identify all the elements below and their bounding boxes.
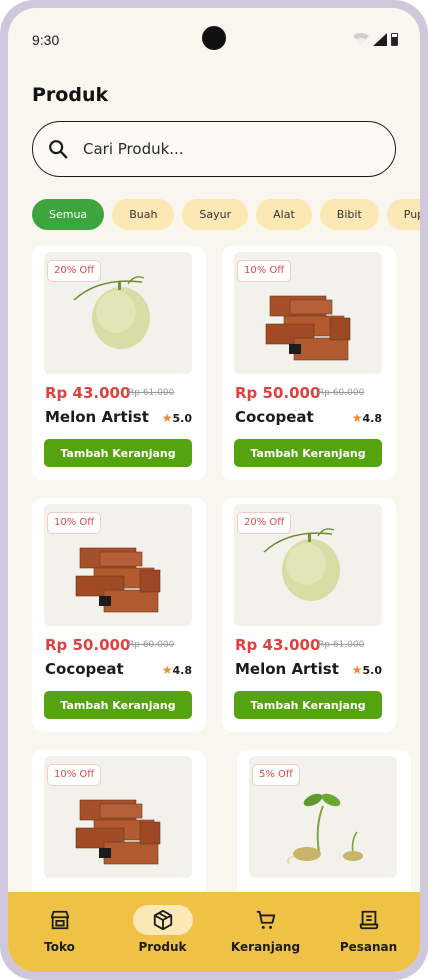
product-card[interactable]: 20% Off Rp 43.000 Rp 61.000 Melon Artist… [222, 498, 396, 732]
discount-badge: 10% Off [47, 764, 102, 786]
search-input[interactable] [83, 122, 383, 176]
add-to-cart-button[interactable]: Tambah Keranjang [234, 691, 382, 719]
receipt-icon [359, 910, 379, 930]
product-old-price: Rp 61.000 [318, 640, 365, 650]
product-price: Rp 43.000 [235, 636, 321, 654]
nav-icon-wrap [133, 905, 193, 935]
status-time: 9:30 [32, 32, 60, 48]
nav-icon-wrap [339, 905, 399, 935]
product-old-price: Rp 60.000 [128, 640, 175, 650]
chip-buah[interactable]: Buah [112, 199, 175, 230]
search-box[interactable] [32, 121, 396, 177]
box-icon [153, 909, 173, 931]
product-price: Rp 50.000 [235, 384, 321, 402]
product-image: 10% Off [234, 252, 382, 374]
rating-value: 5.0 [172, 412, 193, 425]
page-title: Produk [32, 84, 109, 106]
product-name: Melon Artist [45, 408, 149, 426]
discount-badge: 20% Off [237, 512, 292, 534]
discount-badge: 20% Off [47, 260, 102, 282]
product-image: 20% Off [44, 252, 192, 374]
product-name: Cocopeat [45, 660, 124, 678]
chip-semua[interactable]: Semua [32, 199, 105, 230]
rating-value: 4.8 [172, 664, 193, 677]
chip-bibit[interactable]: Bibit [319, 199, 379, 230]
discount-badge: 10% Off [237, 260, 292, 282]
product-rating: ★5.0 [162, 411, 192, 425]
nav-label: Produk [138, 940, 187, 954]
add-to-cart-button[interactable]: Tambah Keranjang [44, 691, 192, 719]
star-icon: ★ [351, 411, 363, 425]
chip-sayur[interactable]: Sayur [182, 199, 249, 230]
product-price: Rp 43.000 [45, 384, 131, 402]
device-frame: 9:30 Produk SemuaBuahSayurAlatBibitPupuk [0, 0, 428, 980]
discount-badge: 5% Off [252, 764, 300, 786]
product-old-price: Rp 61.000 [128, 388, 175, 398]
product-card[interactable]: 10% Off [32, 750, 206, 892]
product-rating: ★4.8 [352, 411, 382, 425]
product-image: 10% Off [44, 756, 192, 878]
search-icon [49, 140, 68, 159]
nav-icon-wrap [236, 905, 296, 935]
rating-value: 5.0 [362, 664, 383, 677]
chip-pupuk[interactable]: Pupuk [386, 199, 420, 230]
nav-keranjang[interactable]: Keranjang [214, 892, 317, 972]
product-rating: ★4.8 [162, 663, 192, 677]
rating-value: 4.8 [362, 412, 383, 425]
discount-badge: 10% Off [47, 512, 102, 534]
star-icon: ★ [161, 663, 173, 677]
product-price: Rp 50.000 [45, 636, 131, 654]
store-icon [50, 910, 70, 930]
nav-toko[interactable]: Toko [8, 892, 111, 972]
signal-icon [373, 33, 387, 46]
chip-alat[interactable]: Alat [256, 199, 312, 230]
product-name: Melon Artist [235, 660, 339, 678]
star-icon: ★ [351, 663, 363, 677]
product-name: Cocopeat [235, 408, 314, 426]
nav-pesanan[interactable]: Pesanan [317, 892, 420, 972]
battery-icon [391, 33, 398, 46]
add-to-cart-button[interactable]: Tambah Keranjang [44, 439, 192, 467]
nav-label: Keranjang [230, 940, 301, 954]
product-image: 10% Off [44, 504, 192, 626]
bottom-nav: Toko Produk Keranjang Pesanan [8, 892, 420, 972]
product-image: 5% Off [249, 756, 397, 878]
category-chips: SemuaBuahSayurAlatBibitPupuk [32, 199, 420, 231]
wifi-icon [353, 33, 369, 45]
product-card[interactable]: 10% Off Rp 50.000 Rp 60.000 Cocopeat ★4.… [32, 498, 206, 732]
add-to-cart-button[interactable]: Tambah Keranjang [234, 439, 382, 467]
nav-icon-wrap [30, 905, 90, 935]
product-image: 20% Off [234, 504, 382, 626]
product-grid: 20% Off Rp 43.000 Rp 61.000 Melon Artist… [8, 246, 420, 892]
product-card[interactable]: 10% Off Rp 50.000 Rp 60.000 Cocopeat ★4.… [222, 246, 396, 480]
product-old-price: Rp 60.000 [318, 388, 365, 398]
product-rating: ★5.0 [352, 663, 382, 677]
app-screen: 9:30 Produk SemuaBuahSayurAlatBibitPupuk [8, 8, 420, 972]
nav-label: Toko [44, 940, 75, 954]
camera-notch [202, 26, 226, 50]
status-icons [353, 33, 398, 46]
nav-produk[interactable]: Produk [111, 892, 214, 972]
product-card[interactable]: 5% Off [237, 750, 411, 892]
cart-icon [256, 910, 276, 929]
product-card[interactable]: 20% Off Rp 43.000 Rp 61.000 Melon Artist… [32, 246, 206, 480]
nav-label: Pesanan [339, 940, 398, 954]
star-icon: ★ [161, 411, 173, 425]
